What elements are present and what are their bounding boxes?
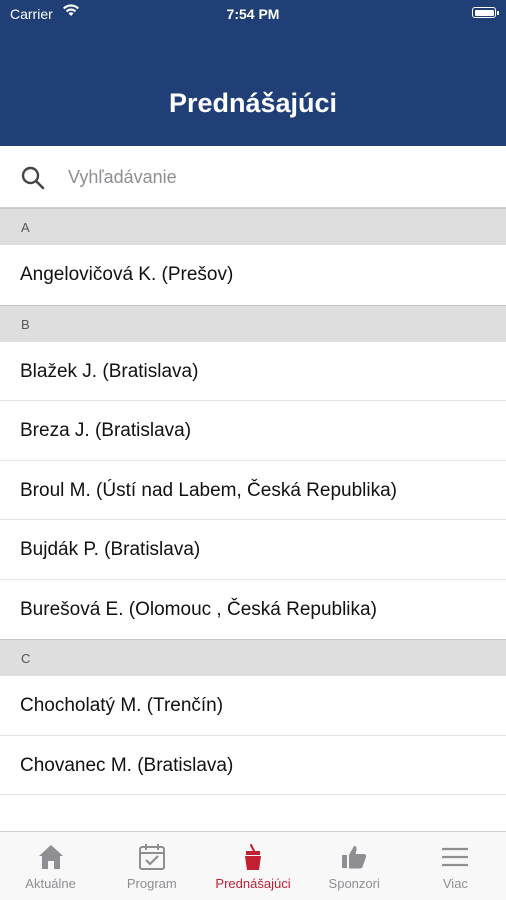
- speaker-row[interactable]: Angelovičová K. (Prešov): [0, 245, 506, 305]
- battery-icon: [472, 7, 499, 18]
- calendar-icon: [138, 844, 165, 870]
- speaker-row[interactable]: Burešová E. (Olomouc , Česká Republika): [0, 579, 506, 639]
- speaker-row[interactable]: Breza J. (Bratislava): [0, 401, 506, 461]
- section-header-c: C: [0, 639, 506, 676]
- thumbs-up-icon: [342, 846, 367, 869]
- page-title: Prednášajúci: [168, 88, 338, 118]
- search-icon: [21, 166, 45, 190]
- home-icon: [38, 845, 63, 869]
- tab-label: Aktuálne: [25, 876, 76, 891]
- search-bar: [0, 146, 506, 208]
- tab-program[interactable]: Program: [101, 832, 202, 900]
- tab-aktualne[interactable]: Aktuálne: [0, 832, 101, 900]
- speaker-row[interactable]: Broul M. (Ústí nad Labem, Česká Republik…: [0, 460, 506, 520]
- speaker-row[interactable]: Chovanec M. (Bratislava): [0, 735, 506, 795]
- tab-label: Program: [126, 876, 177, 891]
- speaker-list: A Angelovičová K. (Prešov) B Blažek J. (…: [0, 208, 506, 831]
- tab-label: Prednášajúci: [215, 876, 291, 891]
- menu-icon: [442, 847, 469, 867]
- tab-label: Viac: [442, 876, 468, 891]
- speaker-row[interactable]: Chocholatý M. (Trenčín): [0, 676, 506, 736]
- speaker-row[interactable]: Blažek J. (Bratislava): [0, 341, 506, 401]
- tab-sponzori[interactable]: Sponzori: [304, 832, 405, 900]
- tab-viac[interactable]: Viac: [405, 832, 506, 900]
- status-bar: Carrier 7:54 PM: [0, 0, 506, 28]
- search-input[interactable]: [60, 160, 496, 194]
- navigation-header: Carrier 7:54 PM Prednášajúci: [0, 0, 506, 146]
- tab-label: Sponzori: [328, 876, 380, 891]
- tab-prednasajuci[interactable]: Prednášajúci: [202, 832, 303, 900]
- speaker-row[interactable]: Bujdák P. (Bratislava): [0, 520, 506, 580]
- podium-icon: [245, 844, 261, 870]
- section-header-a: A: [0, 208, 506, 245]
- tab-bar: Aktuálne Program Prednášajúci Sponzori V…: [0, 831, 506, 900]
- clock-time: 7:54 PM: [226, 6, 280, 22]
- speaker-row-partial[interactable]: [0, 795, 506, 831]
- section-header-b: B: [0, 304, 506, 342]
